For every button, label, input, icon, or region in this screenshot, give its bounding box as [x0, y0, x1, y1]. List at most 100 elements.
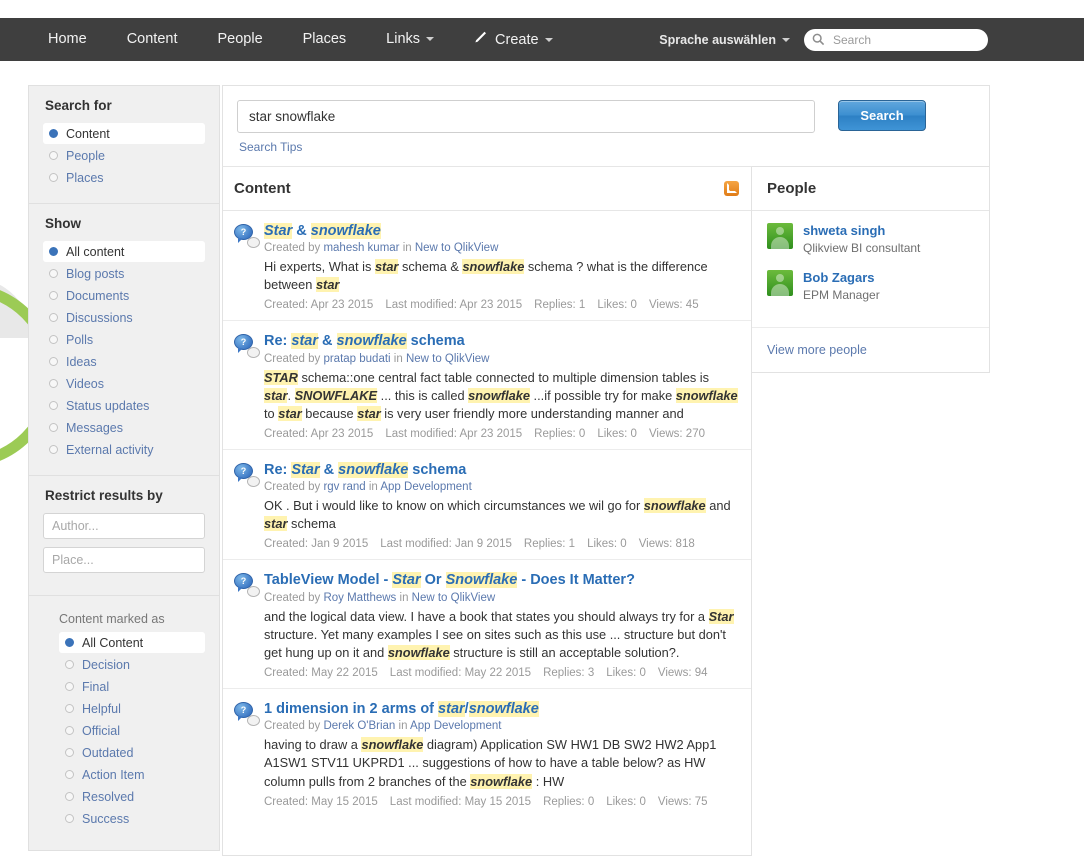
- radio-icon: [65, 704, 74, 713]
- nav-item-content[interactable]: Content: [107, 18, 198, 61]
- author-filter-input[interactable]: [43, 513, 205, 539]
- show-option-messages[interactable]: Messages: [43, 417, 205, 438]
- result-title[interactable]: 1 dimension in 2 arms of star/snowflake: [264, 700, 739, 718]
- option-label: Resolved: [82, 789, 135, 804]
- result-place-link[interactable]: App Development: [410, 720, 501, 732]
- marked-option-outdated[interactable]: Outdated: [59, 742, 205, 763]
- secondary-bubble-icon: [247, 237, 260, 248]
- show-option-external-activity[interactable]: External activity: [43, 439, 205, 460]
- global-search-box[interactable]: [804, 28, 988, 51]
- rss-icon[interactable]: [724, 181, 739, 196]
- secondary-bubble-icon: [247, 476, 260, 488]
- result-stats: Created: May 22 2015 Last modified: May 2…: [264, 667, 739, 679]
- search-result-item[interactable]: ? 1 dimension in 2 arms of star/snowflake…: [223, 689, 751, 817]
- radio-icon: [65, 682, 74, 691]
- result-title[interactable]: TableView Model - Star Or Snowflake - Do…: [264, 571, 739, 589]
- show-option-status-updates[interactable]: Status updates: [43, 395, 205, 416]
- result-stats: Created: Apr 23 2015 Last modified: Apr 2…: [264, 428, 739, 440]
- search-for-option-content[interactable]: Content: [43, 123, 205, 144]
- people-results-header: People: [752, 167, 989, 211]
- option-label: People: [66, 148, 105, 163]
- discussion-question-icon: ?: [234, 702, 260, 727]
- search-result-item[interactable]: ? Re: star & snowflake schema Created by p…: [223, 321, 751, 451]
- content-results-column: Content ? Star & snowflake Created by mahe…: [222, 166, 752, 856]
- option-label: Messages: [66, 420, 123, 435]
- search-for-option-people[interactable]: People: [43, 145, 205, 166]
- option-label: Final: [82, 679, 110, 694]
- show-option-ideas[interactable]: Ideas: [43, 351, 205, 372]
- show-option-all-content[interactable]: All content: [43, 241, 205, 262]
- person-name[interactable]: Bob Zagars: [803, 270, 880, 287]
- search-result-item[interactable]: ? TableView Model - Star Or Snowflake - D…: [223, 560, 751, 690]
- marked-option-official[interactable]: Official: [59, 720, 205, 741]
- result-author-link[interactable]: rgv rand: [323, 481, 365, 493]
- result-place-link[interactable]: New to QlikView: [412, 592, 496, 604]
- option-label: Official: [82, 723, 120, 738]
- option-label: Action Item: [82, 767, 145, 782]
- result-snippet: having to draw a snowflake diagram) Appl…: [264, 737, 717, 789]
- marked-option-all-content[interactable]: All Content: [59, 632, 205, 653]
- search-query-input[interactable]: [237, 100, 815, 133]
- result-place-link[interactable]: App Development: [380, 481, 471, 493]
- people-results-title: People: [767, 180, 817, 197]
- language-selector[interactable]: Sprache auswählen: [659, 33, 790, 47]
- avatar: [767, 270, 793, 297]
- search-submit-button[interactable]: Search: [838, 100, 926, 131]
- show-option-documents[interactable]: Documents: [43, 285, 205, 306]
- marked-option-final[interactable]: Final: [59, 676, 205, 697]
- global-search-input[interactable]: [831, 31, 971, 48]
- list-item[interactable]: shweta singh Qlikview BI consultant: [767, 223, 974, 256]
- result-views-count: Views: 45: [648, 299, 699, 312]
- option-label: Helpful: [82, 701, 121, 716]
- nav-item-label: People: [217, 31, 263, 47]
- option-label: Discussions: [66, 310, 133, 325]
- place-filter-input[interactable]: [43, 547, 205, 573]
- result-place-link[interactable]: New to QlikView: [406, 353, 490, 365]
- result-byline: Created by mahesh kumar in New to QlikVi…: [264, 242, 499, 255]
- marked-option-success[interactable]: Success: [59, 808, 205, 829]
- show-option-blog-posts[interactable]: Blog posts: [43, 263, 205, 284]
- list-item[interactable]: Bob Zagars EPM Manager: [767, 270, 974, 303]
- radio-icon: [49, 269, 58, 278]
- search-result-item[interactable]: ? Re: Star & snowflake schema Created by r…: [223, 450, 751, 561]
- result-created-date: Created: May 15 2015: [264, 795, 378, 808]
- result-byline: Created by rgv rand in App Development: [264, 481, 472, 494]
- option-label: Status updates: [66, 398, 150, 413]
- radio-icon: [65, 770, 74, 779]
- marked-option-action-item[interactable]: Action Item: [59, 764, 205, 785]
- nav-item-home[interactable]: Home: [28, 18, 107, 61]
- show-option-videos[interactable]: Videos: [43, 373, 205, 394]
- marked-option-resolved[interactable]: Resolved: [59, 786, 205, 807]
- view-more-people-link[interactable]: View more people: [767, 343, 867, 357]
- result-author-link[interactable]: Derek O'Brian: [323, 720, 395, 732]
- nav-item-places[interactable]: Places: [283, 18, 367, 61]
- result-modified-date: Last modified: May 15 2015: [389, 795, 532, 808]
- result-author-link[interactable]: mahesh kumar: [323, 242, 399, 254]
- person-name[interactable]: shweta singh: [803, 223, 920, 240]
- primary-bubble-icon: ?: [234, 224, 253, 243]
- result-icon-wrap: ?: [234, 571, 264, 679]
- result-author-link[interactable]: pratap budati: [323, 353, 390, 365]
- result-author-link[interactable]: Roy Matthews: [323, 592, 396, 604]
- result-title[interactable]: Re: star & snowflake schema: [264, 332, 739, 350]
- secondary-bubble-icon: [247, 347, 260, 359]
- nav-create-menu[interactable]: Create: [454, 30, 571, 50]
- marked-option-helpful[interactable]: Helpful: [59, 698, 205, 719]
- search-result-item[interactable]: ? Star & snowflake Created by mahesh kumar…: [223, 211, 751, 322]
- discussion-question-icon: ?: [234, 573, 260, 598]
- show-option-polls[interactable]: Polls: [43, 329, 205, 350]
- primary-bubble-icon: ?: [234, 702, 253, 722]
- language-selector-label: Sprache auswählen: [659, 32, 776, 47]
- marked-option-decision[interactable]: Decision: [59, 654, 205, 675]
- result-place-link[interactable]: New to QlikView: [415, 242, 499, 254]
- search-for-option-places[interactable]: Places: [43, 167, 205, 188]
- nav-item-people[interactable]: People: [197, 18, 282, 61]
- result-modified-date: Last modified: May 22 2015: [389, 667, 532, 680]
- result-byline: Created by Roy Matthews in New to QlikVi…: [264, 591, 496, 604]
- person-title: Qlikview BI consultant: [803, 240, 921, 255]
- search-tips-link[interactable]: Search Tips: [239, 140, 989, 154]
- result-title[interactable]: Re: Star & snowflake schema: [264, 461, 739, 479]
- result-title[interactable]: Star & snowflake: [264, 222, 739, 240]
- nav-item-links[interactable]: Links: [366, 18, 454, 61]
- show-option-discussions[interactable]: Discussions: [43, 307, 205, 328]
